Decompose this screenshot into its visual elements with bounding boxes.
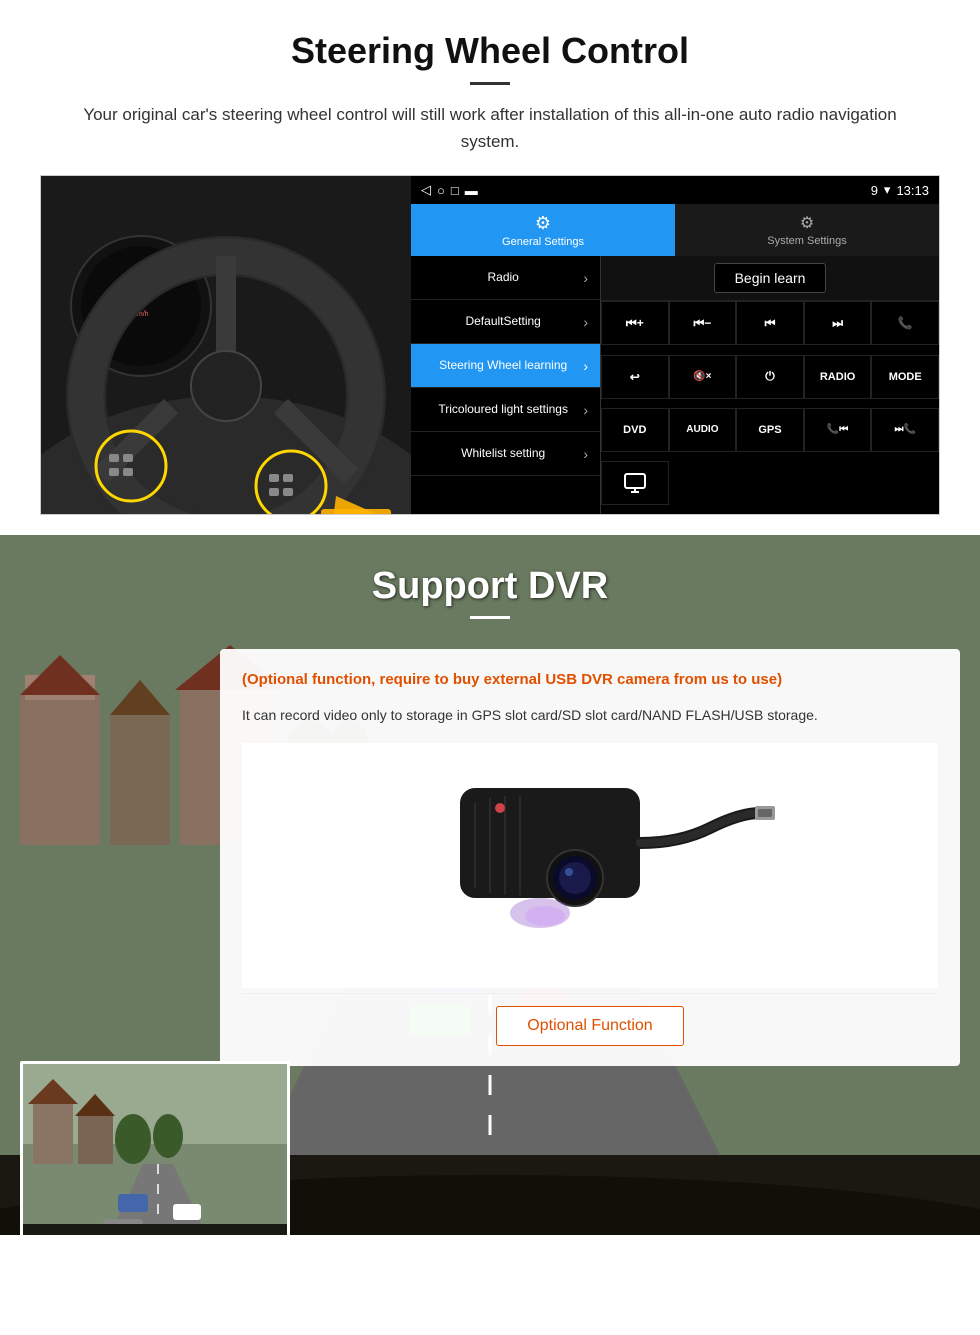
menu-icon: ▬	[465, 183, 478, 198]
dvr-main-card: (Optional function, require to buy exter…	[20, 649, 960, 1065]
ctrl-audio[interactable]: AUDIO	[669, 408, 737, 452]
ctrl-prev[interactable]: ⏮	[736, 301, 804, 345]
ctrl-phone-next[interactable]: ⏭📞	[871, 408, 939, 452]
settings-tabs: ⚙ General Settings ⚙ System Settings	[411, 204, 939, 256]
menu-steering-label: Steering Wheel learning	[423, 358, 583, 374]
menu-list: Radio › DefaultSetting › Steering Wheel …	[411, 256, 601, 514]
ctrl-phone[interactable]: 📞	[871, 301, 939, 345]
optional-function-button[interactable]: Optional Function	[496, 1006, 683, 1046]
menu-item-whitelist[interactable]: Whitelist setting ›	[411, 432, 600, 476]
ctrl-back[interactable]: ↩	[601, 355, 669, 399]
home-icon: ○	[437, 183, 445, 198]
system-icon: ⚙	[800, 213, 814, 233]
ctrl-radio[interactable]: RADIO	[804, 355, 872, 399]
android-ui-panel: ◁ ○ □ ▬ 9 ▾ 13:13 ⚙ General Settings ⚙ S…	[411, 176, 939, 514]
title-divider	[470, 82, 510, 85]
dvr-info-card: (Optional function, require to buy exter…	[220, 649, 960, 1065]
menu-item-tricolor[interactable]: Tricoloured light settings ›	[411, 388, 600, 432]
back-icon: ◁	[421, 182, 431, 198]
begin-learn-area: Begin learn	[601, 256, 939, 300]
signal-icon: 9	[871, 183, 878, 198]
ctrl-mute[interactable]: 🔇×	[669, 355, 737, 399]
arrow-icon-5: ›	[583, 446, 588, 462]
recents-icon: □	[451, 183, 459, 198]
tab-general-label: General Settings	[502, 236, 584, 248]
section-description: Your original car's steering wheel contr…	[60, 101, 920, 155]
dvr-section: Support DVR (Optional function, require …	[0, 535, 980, 1235]
dvr-divider	[470, 616, 510, 619]
dvr-camera-container	[242, 743, 938, 988]
dvr-title: Support DVR	[0, 565, 980, 608]
arrow-icon-4: ›	[583, 402, 588, 418]
control-grid: ⏮+ ⏮− ⏮ ⏭ 📞 ↩ 🔇× ⏻ RADIO MODE DVD AUDIO …	[601, 300, 939, 514]
dvr-optional-text: (Optional function, require to buy exter…	[242, 669, 938, 692]
ctrl-vol-up[interactable]: ⏮+	[601, 301, 669, 345]
menu-whitelist-label: Whitelist setting	[423, 446, 583, 462]
steering-wheel-image: 120 km/h	[41, 176, 411, 515]
dvr-description-text: It can record video only to storage in G…	[242, 704, 938, 728]
status-bar: ◁ ○ □ ▬ 9 ▾ 13:13	[411, 176, 939, 204]
settings-menu: Radio › DefaultSetting › Steering Wheel …	[411, 256, 939, 514]
wifi-icon: ▾	[884, 182, 891, 198]
ctrl-dvd[interactable]: DVD	[601, 408, 669, 452]
arrow-icon-3: ›	[583, 358, 588, 374]
ctrl-gps[interactable]: GPS	[736, 408, 804, 452]
tab-system-label: System Settings	[767, 235, 846, 247]
begin-learn-button[interactable]: Begin learn	[714, 263, 827, 293]
menu-default-label: DefaultSetting	[423, 314, 583, 330]
ctrl-vol-down[interactable]: ⏮−	[669, 301, 737, 345]
arrow-icon-2: ›	[583, 314, 588, 330]
control-panel: Begin learn ⏮+ ⏮− ⏮ ⏭ 📞 ↩ 🔇× ⏻ RADIO MOD…	[601, 256, 939, 514]
ctrl-power[interactable]: ⏻	[736, 355, 804, 399]
dashcam-preview	[20, 1061, 290, 1236]
steering-section: Steering Wheel Control Your original car…	[0, 0, 980, 535]
page-title: Steering Wheel Control	[40, 30, 940, 72]
steering-demo: 120 km/h	[40, 175, 940, 515]
ctrl-next[interactable]: ⏭	[804, 301, 872, 345]
tab-system[interactable]: ⚙ System Settings	[675, 204, 939, 256]
ctrl-phone-prev[interactable]: 📞⏮	[804, 408, 872, 452]
menu-item-default[interactable]: DefaultSetting ›	[411, 300, 600, 344]
dvr-title-area: Support DVR	[0, 535, 980, 634]
menu-item-radio[interactable]: Radio ›	[411, 256, 600, 300]
gear-icon: ⚙	[535, 213, 551, 234]
optional-function-area: Optional Function	[242, 993, 938, 1061]
dvr-camera-svg	[400, 758, 780, 978]
menu-tricolor-label: Tricoloured light settings	[423, 402, 583, 418]
ctrl-mode[interactable]: MODE	[871, 355, 939, 399]
arrow-icon: ›	[583, 270, 588, 286]
tab-general[interactable]: ⚙ General Settings	[411, 204, 675, 256]
status-time: 13:13	[896, 183, 929, 198]
ctrl-extra[interactable]	[601, 461, 669, 505]
menu-radio-label: Radio	[423, 270, 583, 286]
menu-item-steering[interactable]: Steering Wheel learning ›	[411, 344, 600, 388]
